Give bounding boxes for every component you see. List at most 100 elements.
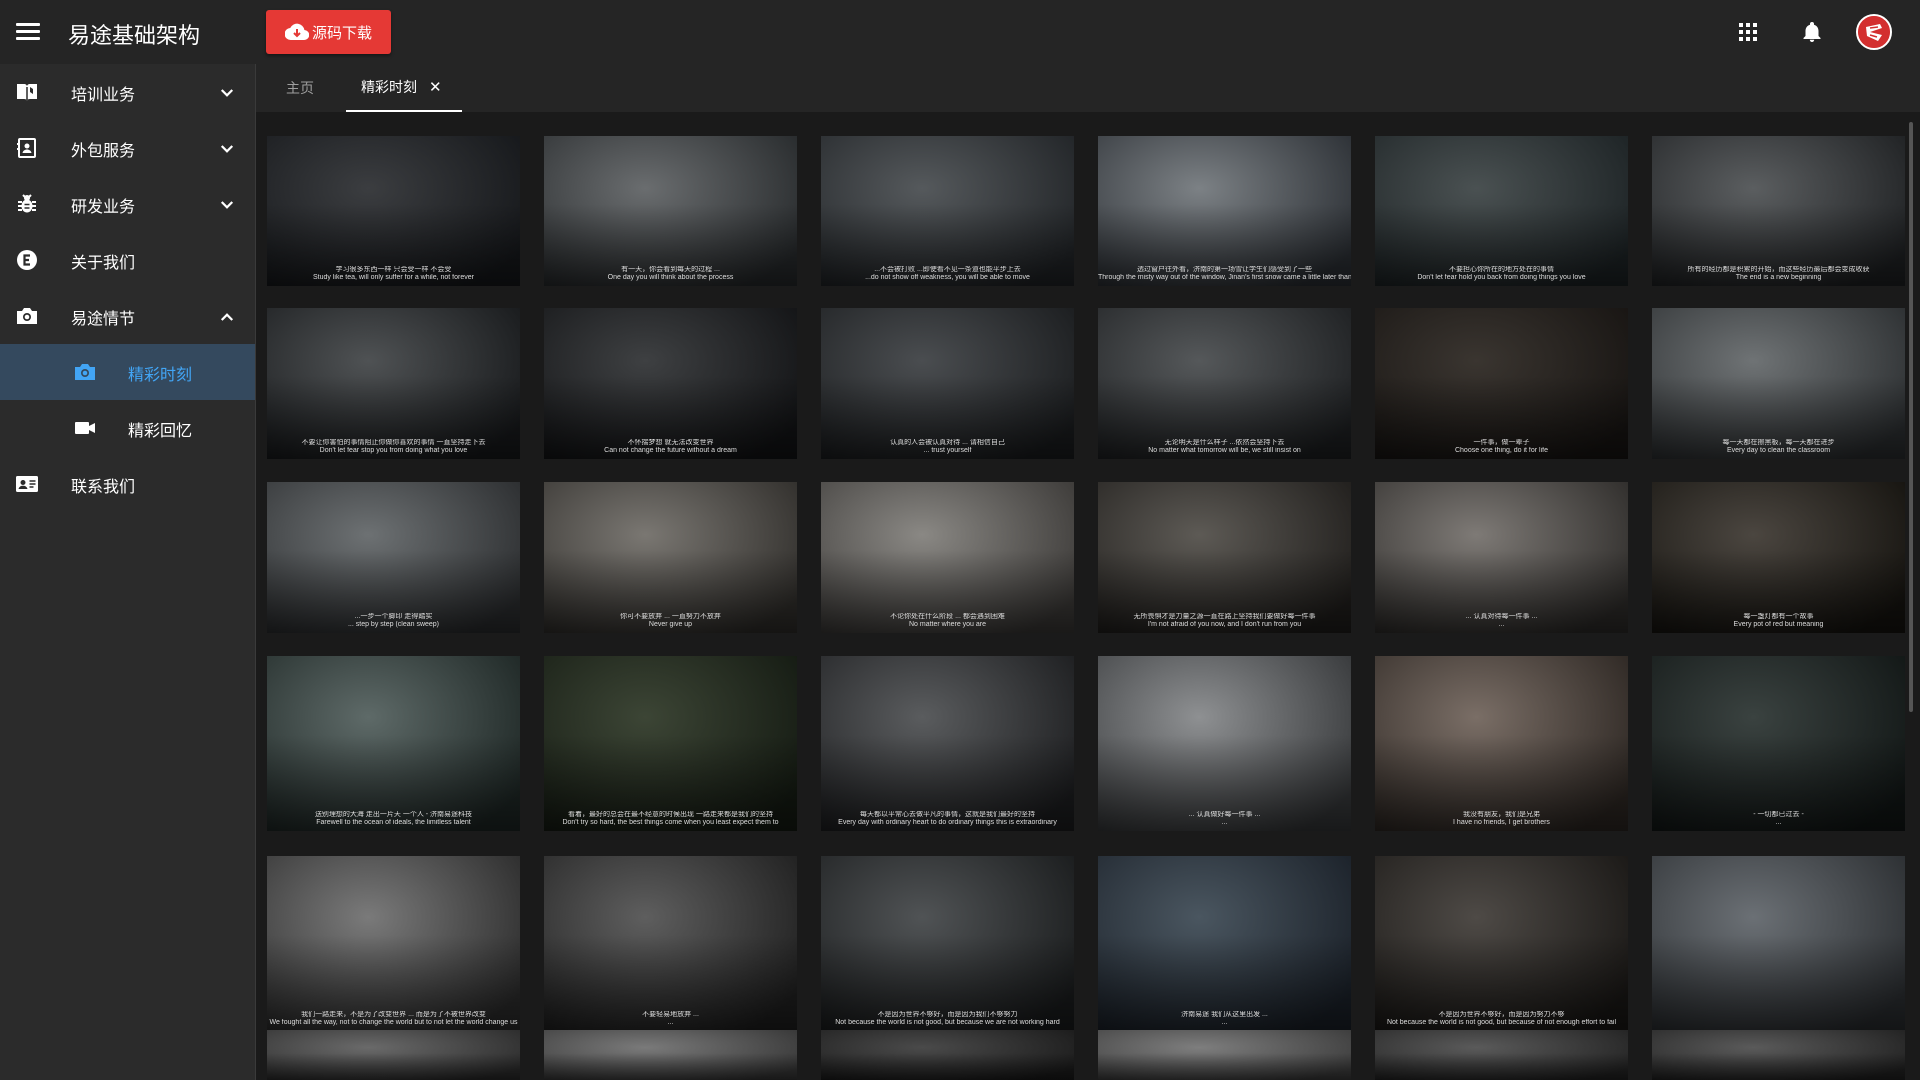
photo-caption: No matter where you are xyxy=(908,621,987,628)
tab-home[interactable]: 主页 xyxy=(286,64,314,112)
photo-caption: Through the misty way out of the window,… xyxy=(1098,274,1351,281)
sidebar-item-story[interactable]: 易途情节 xyxy=(0,288,255,344)
sidebar-subitem-label: 精彩时刻 xyxy=(128,367,193,384)
vertical-scrollbar[interactable] xyxy=(1909,122,1913,712)
gallery-photo[interactable]: ...一步一个脚印 走得踏实... step by step (clean sw… xyxy=(267,482,520,633)
gallery-photo[interactable]: 不要让你害怕的事情阻止你做你喜欢的事情 一直坚持走下去 Don't let fea… xyxy=(267,308,520,459)
bell-icon[interactable] xyxy=(1800,20,1824,44)
photo-caption: ... xyxy=(1221,819,1228,826)
sidebar-item-label: 联系我们 xyxy=(71,479,136,496)
sidebar-subitem-highlights[interactable]: 精彩时刻 xyxy=(0,344,255,400)
photo-caption: ... xyxy=(1221,1019,1228,1026)
photo-caption: 无所畏惧才是力量之源一直在路上坚持我们要做好每一件事 xyxy=(1133,613,1316,620)
photo-caption: We fought all the way, not to change the… xyxy=(269,1019,518,1026)
sidebar-item-contact[interactable]: 联系我们 xyxy=(0,456,255,512)
gallery-photo[interactable]: 每一天都在擦黑板，每一天都在进步 Every day to clean the c… xyxy=(1652,308,1905,459)
gallery-photo[interactable] xyxy=(1098,1030,1351,1080)
contact-card-icon xyxy=(17,138,36,158)
gallery-photo[interactable] xyxy=(1375,1030,1628,1080)
sidebar: 培训业务 外包服务 研发业务 关于我们 易途情节 精彩时刻 精彩回忆 联系我们 xyxy=(0,64,256,1080)
apps-grid-icon[interactable] xyxy=(1736,20,1760,44)
gallery-photo[interactable]: 每天都以平常心去做平凡的事情，这就是我们最好的坚持 Every day with … xyxy=(821,656,1074,831)
gallery-photo[interactable]: 所有的经历都是积累的开始，而这些经历最后都会变成收获 The end is a n… xyxy=(1652,136,1905,286)
photo-scene xyxy=(1652,934,1905,1031)
tab-highlights[interactable]: 精彩时刻 ✕ xyxy=(346,64,462,112)
photo-caption: 看着，最好的总会在最不经意的时候出现 一路走来都是我们的坚持 xyxy=(568,811,773,818)
gallery-photo[interactable]: ... 认真对待每一件事 ...... xyxy=(1375,482,1628,633)
photo-caption: 无论明天是什么样子 ...依然会坚持下去 xyxy=(1164,439,1285,446)
gallery-photo[interactable]: ...不会被打败 ...即使看不见一条道也能平步上去 ...do not show… xyxy=(821,136,1074,286)
gallery-photo[interactable]: 透过窗户往外看，济南的第一场雪让学生们感受到了一些 Through the mis… xyxy=(1098,136,1351,286)
gallery-photo[interactable] xyxy=(267,1030,520,1080)
chevron-up-icon xyxy=(220,313,234,321)
sidebar-item-training[interactable]: 培训业务 xyxy=(0,64,255,120)
gallery-photo[interactable]: 我们一路走来，不是为了改变世界 ... 而是为了不被世界改变 We fought … xyxy=(267,856,520,1031)
tab-home-label: 主页 xyxy=(286,80,314,96)
sidebar-item-rnd[interactable]: 研发业务 xyxy=(0,176,255,232)
photo-caption: 不要担心你所在的地方处在的事情 xyxy=(1449,266,1554,273)
gallery-photo[interactable]: 不要担心你所在的地方处在的事情 Don't let fear hold you b… xyxy=(1375,136,1628,286)
photo-caption: Not because the world is not good, but b… xyxy=(1386,1019,1617,1026)
gallery-photo[interactable] xyxy=(1652,1030,1905,1080)
gallery-photo[interactable]: 不论你处在什么阶段 ... 都会遇到困难 No matter where you … xyxy=(821,482,1074,633)
gallery-photo[interactable]: 不要轻易地放弃 ...... xyxy=(544,856,797,1031)
photo-caption: - 一切都已过去 - xyxy=(1753,811,1804,818)
video-camera-icon xyxy=(75,422,95,434)
sidebar-item-about[interactable]: 关于我们 xyxy=(0,232,255,288)
gallery-photo[interactable]: 学习很多东西一样 只会受一样 不会受 Study like tea, will o… xyxy=(267,136,520,286)
photo-caption: 我们一路走来，不是为了改变世界 ... 而是为了不被世界改变 xyxy=(301,1011,486,1018)
photo-caption: 认真的人会被认真对待 ... 请相信自己 xyxy=(890,439,1005,446)
app-title: 易途基础架构 xyxy=(68,23,201,48)
photo-caption: I'm not afraid of you now, and I don't r… xyxy=(1147,621,1302,628)
top-app-bar: 易途基础架构 源码下载 xyxy=(0,0,1920,64)
gallery-photo[interactable]: 认真的人会被认真对待 ... 请相信自己... trust yourself xyxy=(821,308,1074,459)
gallery-photo[interactable] xyxy=(544,1030,797,1080)
gallery-photo[interactable]: 送别理想的大海 走出一片天 一个人 - 济南易途科技 Farewell to th… xyxy=(267,656,520,831)
photo-scene xyxy=(267,1052,520,1080)
photo-caption: I have no friends, I get brothers xyxy=(1453,819,1550,826)
gallery-photo[interactable]: 我没有朋友，我们是兄弟 I have no friends, I get brot… xyxy=(1375,656,1628,831)
tab-bar: 主页 精彩时刻 ✕ xyxy=(256,64,1920,112)
gallery-photo[interactable]: 济南易途 我们从这里出发 ...... xyxy=(1098,856,1351,1031)
sidebar-subitem-memories[interactable]: 精彩回忆 xyxy=(0,400,255,456)
gallery-photo[interactable]: 不是因为世界不够好，而是因为我们不够努力 Not because the worl… xyxy=(821,856,1074,1031)
chevron-down-icon xyxy=(220,89,234,97)
gallery-photo[interactable]: 看着，最好的总会在最不经意的时候出现 一路走来都是我们的坚持 Don't try … xyxy=(544,656,797,831)
gallery-photo[interactable] xyxy=(821,1030,1074,1080)
photo-scene xyxy=(1375,1052,1628,1080)
source-download-label: 源码下载 xyxy=(311,24,372,42)
sidebar-item-label: 外包服务 xyxy=(71,143,136,160)
camera-icon xyxy=(75,364,95,380)
gallery-photo[interactable]: 无所畏惧才是力量之源一直在路上坚持我们要做好每一件事 I'm not afraid… xyxy=(1098,482,1351,633)
user-avatar[interactable] xyxy=(1856,14,1892,50)
photo-caption: ...不会被打败 ...即使看不见一条道也能平步上去 xyxy=(874,266,1021,273)
gallery-photo[interactable]: 你可不要放弃 ... 一直努力不放弃 Never give up xyxy=(544,482,797,633)
photo-caption: Don't try so hard, the best things come … xyxy=(562,819,779,826)
photo-caption: Never give up xyxy=(648,621,693,628)
gallery-photo[interactable]: 无论明天是什么样子 ...依然会坚持下去 No matter what tomor… xyxy=(1098,308,1351,459)
photo-caption: One day you will think about the process xyxy=(607,274,734,281)
gallery-photo[interactable]: 不怀揣梦想 就无法改变世界 Can not change the future w… xyxy=(544,308,797,459)
photo-caption: Don't let fear hold you back from doing … xyxy=(1417,274,1586,281)
photo-caption: 你可不要放弃 ... 一直努力不放弃 xyxy=(620,613,721,620)
gallery-photo[interactable]: 有一天，你会看到每天的过程 ... One day you will think … xyxy=(544,136,797,286)
sidebar-item-label: 研发业务 xyxy=(71,199,136,216)
gallery-photo[interactable]: 一件事，做一辈子 Choose one thing, do it for life xyxy=(1375,308,1628,459)
photo-caption: 不要让你害怕的事情阻止你做你喜欢的事情 一直坚持走下去 xyxy=(301,439,486,446)
sidebar-item-outsourcing[interactable]: 外包服务 xyxy=(0,120,255,176)
photo-caption: ... trust yourself xyxy=(923,447,972,454)
avatar-logo-icon xyxy=(1858,16,1890,48)
gallery-photo[interactable]: 每一盏灯都有一个故事 Every pot of red but meaning xyxy=(1652,482,1905,633)
source-download-button[interactable]: 源码下载 xyxy=(266,10,391,54)
e-circle-icon xyxy=(17,250,37,270)
sidebar-subitem-label: 精彩回忆 xyxy=(128,423,193,440)
gallery-photo[interactable] xyxy=(1652,856,1905,1031)
photo-caption: 一件事，做一辈子 xyxy=(1473,439,1530,446)
gallery-photo[interactable]: - 一切都已过去 -... xyxy=(1652,656,1905,831)
gallery-photo[interactable]: ... 认真做好每一件事 ...... xyxy=(1098,656,1351,831)
hamburger-menu-icon[interactable] xyxy=(16,20,40,44)
photo-caption: ... xyxy=(667,1019,674,1026)
gallery-photo[interactable]: 不是因为世界不够好，而是因为努力不够 Not because the world … xyxy=(1375,856,1628,1031)
tab-close-icon[interactable]: ✕ xyxy=(429,78,442,96)
photo-caption: 送别理想的大海 走出一片天 一个人 - 济南易途科技 xyxy=(314,811,473,818)
